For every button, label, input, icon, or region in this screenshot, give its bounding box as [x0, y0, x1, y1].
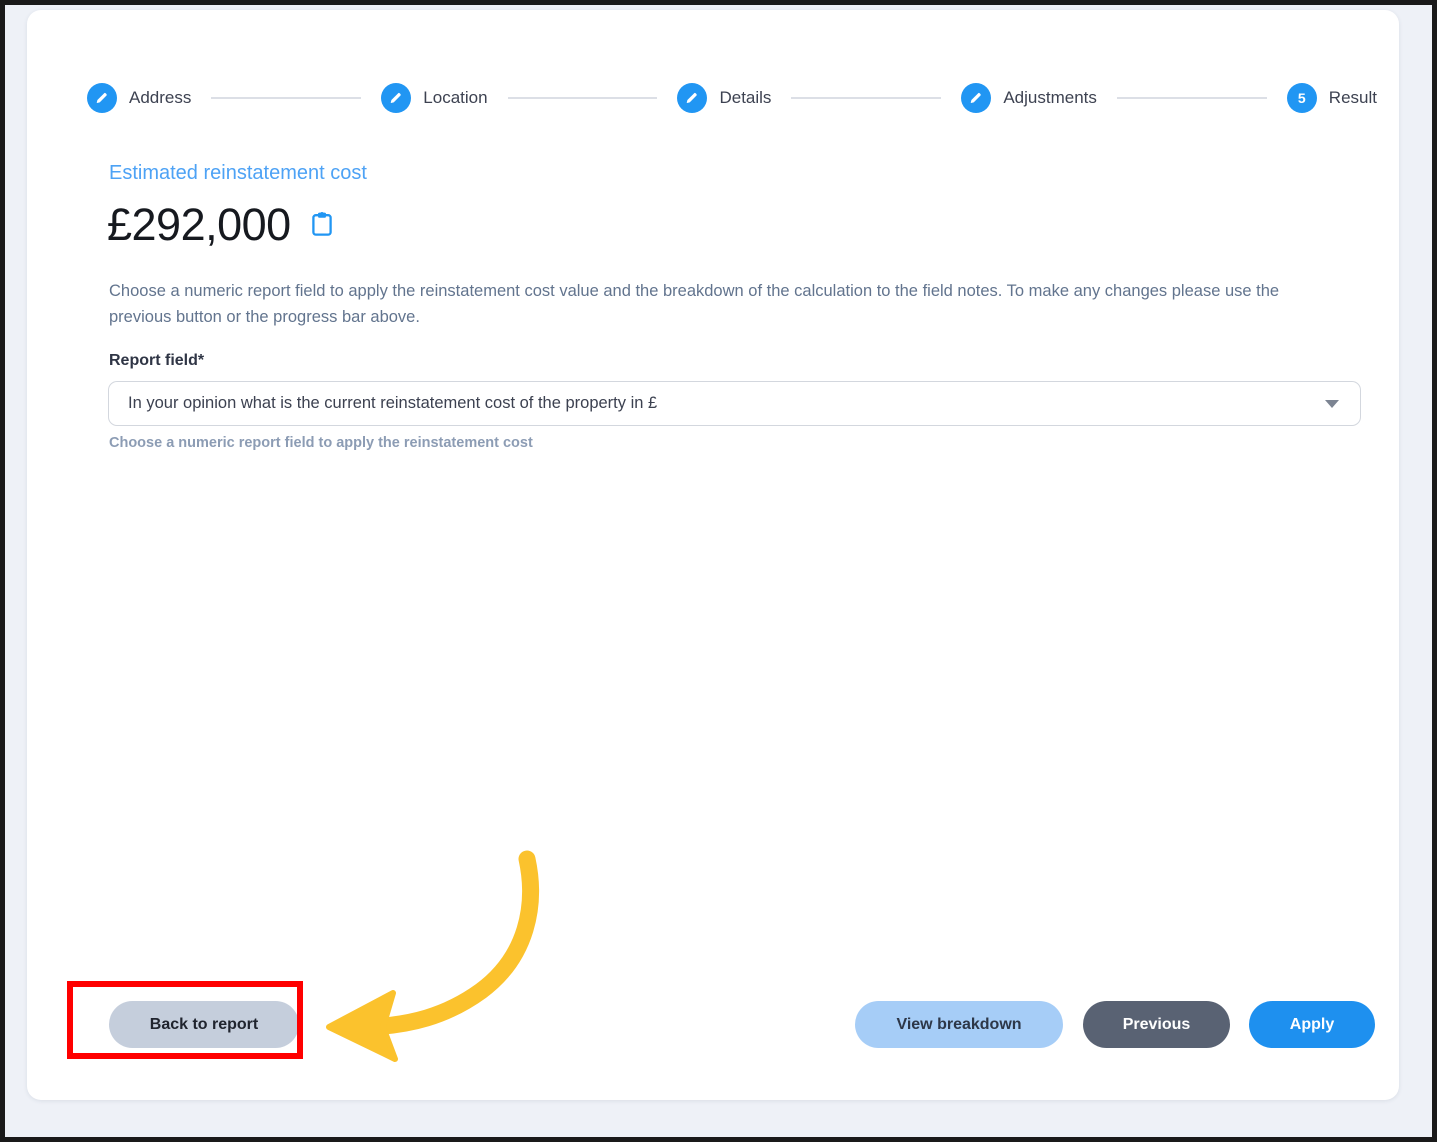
estimated-cost-row: £292,000 — [107, 202, 333, 247]
step-connector-4 — [1116, 97, 1267, 99]
clipboard-icon[interactable] — [311, 211, 333, 242]
step-result[interactable]: 5 Result — [1286, 83, 1377, 113]
pencil-icon — [684, 90, 700, 106]
pencil-icon — [94, 90, 110, 106]
progress-stepper: Address Location Details Adjustments 5 R… — [87, 68, 1377, 128]
report-field-select[interactable]: In your opinion what is the current rein… — [108, 381, 1361, 426]
report-field-selected-value: In your opinion what is the current rein… — [128, 394, 658, 412]
previous-button[interactable]: Previous — [1083, 1001, 1230, 1048]
step-address-icon-circle[interactable] — [87, 83, 117, 113]
step-result-number: 5 — [1297, 90, 1306, 106]
step-details[interactable]: Details — [677, 83, 771, 113]
view-breakdown-button[interactable]: View breakdown — [855, 1001, 1063, 1048]
step-location-icon-circle[interactable] — [381, 83, 412, 113]
step-result-label: Result — [1328, 88, 1377, 107]
step-connector-2 — [507, 97, 658, 99]
step-address[interactable]: Address — [87, 83, 191, 113]
report-field-label: Report field* — [109, 352, 205, 369]
pencil-icon — [968, 90, 984, 106]
step-location[interactable]: Location — [381, 83, 488, 113]
step-result-number-circle[interactable]: 5 — [1286, 83, 1317, 113]
step-details-label: Details — [719, 88, 772, 107]
step-connector-1 — [211, 97, 362, 99]
estimated-cost-amount: £292,000 — [107, 199, 291, 250]
apply-button[interactable]: Apply — [1249, 1001, 1375, 1048]
step-address-label: Address — [129, 88, 192, 107]
report-field-hint: Choose a numeric report field to apply t… — [109, 435, 533, 451]
step-adjustments[interactable]: Adjustments — [961, 83, 1097, 113]
app-screen: Address Location Details Adjustments 5 R… — [0, 0, 1437, 1142]
result-description: Choose a numeric report field to apply t… — [109, 282, 1280, 326]
step-connector-3 — [791, 97, 942, 99]
back-to-report-button[interactable]: Back to report — [109, 1001, 299, 1048]
chevron-down-icon[interactable] — [1325, 399, 1339, 408]
wizard-card: Address Location Details Adjustments 5 R… — [27, 10, 1399, 1100]
step-location-label: Location — [423, 88, 488, 107]
step-adjustments-label: Adjustments — [1003, 88, 1097, 107]
estimated-cost-title: Estimated reinstatement cost — [109, 162, 367, 184]
step-adjustments-icon-circle[interactable] — [961, 83, 992, 113]
pencil-icon — [388, 90, 404, 106]
step-details-icon-circle[interactable] — [677, 83, 708, 113]
